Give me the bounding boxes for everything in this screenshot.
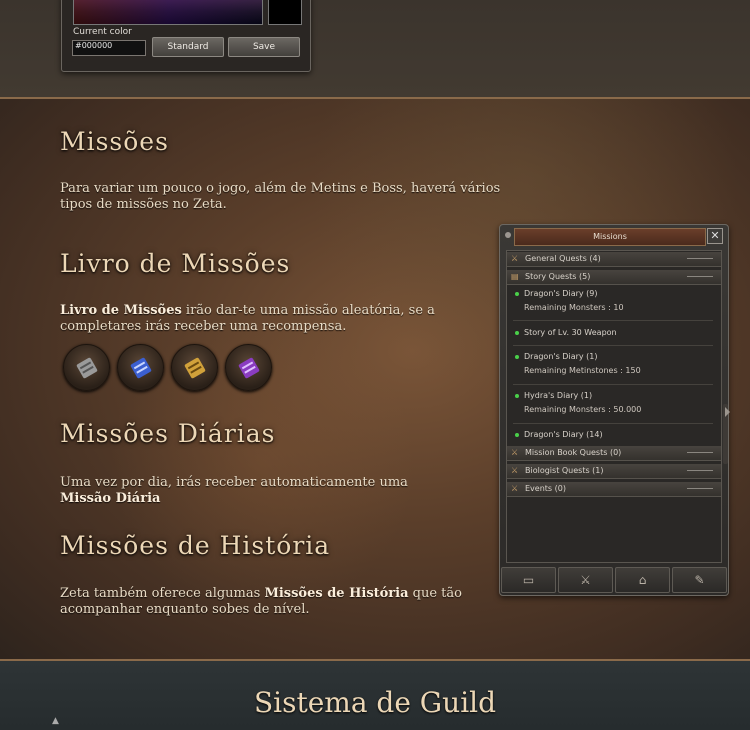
category-slider — [687, 470, 713, 471]
divider — [513, 320, 713, 321]
quest-item[interactable]: Hydra's Diary (1) — [507, 390, 721, 402]
category-slider — [687, 258, 713, 259]
blue-scroll-icon — [117, 344, 164, 391]
sword-icon: ⚔ — [511, 484, 519, 493]
chevron-right-icon[interactable] — [725, 407, 730, 417]
category-slider — [687, 488, 713, 489]
book-icon: ▤ — [511, 272, 519, 281]
category-story-quests[interactable]: ▤ Story Quests (5) — [507, 270, 721, 285]
divider — [513, 423, 713, 424]
guild-section: ▲ Sistema de Guild — [0, 659, 750, 730]
quest-detail: Remaining Metinstones : 150 — [507, 365, 721, 377]
diarias-bold: Missão Diária — [60, 491, 161, 506]
active-dot-icon — [515, 433, 519, 437]
missoes-title: Missões — [60, 127, 169, 156]
gray-scroll-icon — [63, 344, 110, 391]
category-label: General Quests (4) — [525, 254, 601, 263]
historia-title: Missões de História — [60, 531, 331, 560]
active-dot-icon — [515, 331, 519, 335]
mission-book-icons — [63, 344, 272, 391]
quest-item[interactable]: Dragon's Diary (9) — [507, 288, 721, 300]
quest-item[interactable]: Dragon's Diary (1) — [507, 351, 721, 363]
active-dot-icon — [515, 355, 519, 359]
quest-name: Story of Lv. 30 Weapon — [524, 328, 617, 337]
save-button[interactable]: Save — [228, 37, 300, 57]
category-label: Biologist Quests (1) — [525, 466, 604, 475]
diarias-text: Uma vez por dia, irás receber automatica… — [60, 475, 440, 507]
quest-name: Dragon's Diary (14) — [524, 430, 603, 439]
close-icon[interactable]: ✕ — [707, 228, 723, 244]
purple-scroll-icon — [225, 344, 272, 391]
current-color-label: Current color — [73, 27, 132, 37]
category-slider — [687, 276, 713, 277]
historia-bold: Missões de História — [264, 586, 409, 601]
sword-icon: ⚔ — [511, 466, 519, 475]
livro-title: Livro de Missões — [60, 249, 291, 278]
emotes-tab-icon[interactable]: ⌂ — [615, 567, 670, 593]
missoes-text: Para variar um pouco o jogo, além de Met… — [60, 181, 501, 212]
missions-section: Missões Para variar um pouco o jogo, alé… — [0, 99, 750, 659]
sword-icon: ⚔ — [511, 448, 519, 457]
missions-window-title[interactable]: Missions — [514, 228, 706, 246]
diarias-rest: Uma vez por dia, irás receber automatica… — [60, 475, 408, 490]
category-events[interactable]: ⚔ Events (0) — [507, 482, 721, 497]
category-biologist-quests[interactable]: ⚔ Biologist Quests (1) — [507, 464, 721, 479]
quest-detail: Remaining Monsters : 10 — [507, 302, 721, 314]
divider — [513, 384, 713, 385]
quest-detail-text: Remaining Monsters : 50.000 — [524, 405, 642, 414]
gold-scroll-icon — [171, 344, 218, 391]
sword-icon: ⚔ — [511, 254, 519, 263]
category-label: Story Quests (5) — [525, 272, 591, 281]
category-slider — [687, 452, 713, 453]
color-preview-swatch — [268, 0, 302, 25]
category-mission-book-quests[interactable]: ⚔ Mission Book Quests (0) — [507, 446, 721, 461]
missions-window: Missions ✕ ⚔ General Quests (4) ▤ Story … — [499, 224, 729, 596]
skills-tab-icon[interactable]: ⚔ — [558, 567, 613, 593]
quest-name: Hydra's Diary (1) — [524, 391, 593, 400]
quest-name: Dragon's Diary (9) — [524, 289, 598, 298]
quest-detail-text: Remaining Metinstones : 150 — [524, 366, 641, 375]
character-tab-icon[interactable]: ▭ — [501, 567, 556, 593]
standard-button[interactable]: Standard — [152, 37, 224, 57]
active-dot-icon — [515, 394, 519, 398]
quest-list: ⚔ General Quests (4) ▤ Story Quests (5) … — [506, 250, 722, 563]
category-general-quests[interactable]: ⚔ General Quests (4) — [507, 252, 721, 267]
livro-text: Livro de Missões irão dar-te uma missão … — [60, 303, 440, 335]
quest-item[interactable]: Dragon's Diary (14) — [507, 429, 721, 441]
category-label: Events (0) — [525, 484, 566, 493]
missions-window-tabs: ▭ ⚔ ⌂ ✎ — [500, 565, 728, 595]
livro-bold: Livro de Missões — [60, 303, 182, 318]
color-gradient-picker[interactable] — [73, 0, 263, 25]
quest-detail-text: Remaining Monsters : 10 — [524, 303, 624, 312]
historia-before: Zeta também oferece algumas — [60, 586, 265, 601]
quests-tab-icon[interactable]: ✎ — [672, 567, 727, 593]
quest-item[interactable]: Story of Lv. 30 Weapon — [507, 327, 721, 339]
pin-icon[interactable] — [505, 232, 511, 238]
color-picker-panel: Current color #000000 Standard Save — [61, 0, 311, 72]
category-label: Mission Book Quests (0) — [525, 448, 622, 457]
diarias-title: Missões Diárias — [60, 419, 276, 448]
active-dot-icon — [515, 292, 519, 296]
quest-detail: Remaining Monsters : 50.000 — [507, 404, 721, 416]
divider — [513, 345, 713, 346]
historia-text: Zeta também oferece algumas Missões de H… — [60, 586, 470, 618]
guild-title: Sistema de Guild — [253, 686, 497, 719]
hex-color-input[interactable]: #000000 — [72, 40, 146, 56]
top-band: Current color #000000 Standard Save — [0, 0, 750, 99]
quest-name: Dragon's Diary (1) — [524, 352, 598, 361]
